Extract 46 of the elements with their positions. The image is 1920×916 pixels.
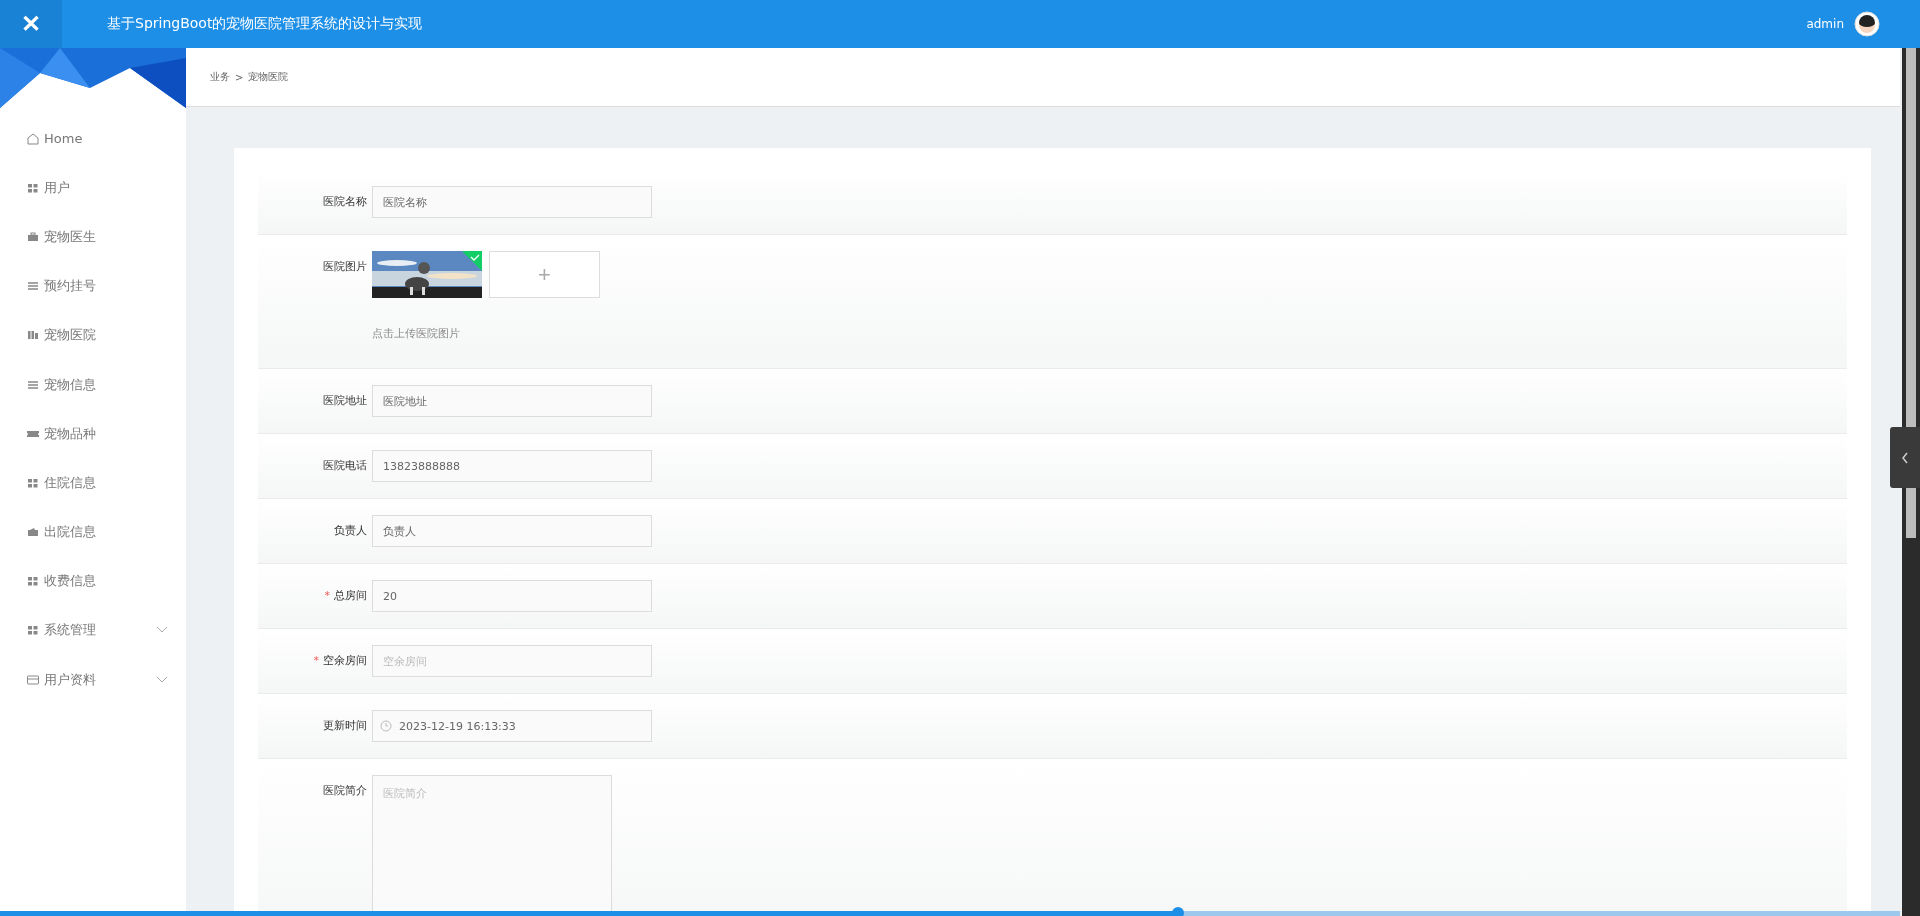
field-label: 医院地址: [322, 393, 368, 409]
text-field[interactable]: 医院名称: [372, 186, 652, 218]
chevron-down-icon: [156, 675, 168, 684]
field-label: 负责人: [333, 523, 368, 539]
field-label: 医院图片: [322, 259, 368, 275]
sidebar-item[interactable]: 预约挂号: [0, 261, 186, 311]
sidebar-item[interactable]: 宠物信息: [0, 359, 186, 410]
grid-icon: [26, 623, 40, 638]
text-field[interactable]: 13823888888: [372, 450, 652, 482]
chevron-down-icon: [156, 626, 168, 635]
field-label: 更新时间: [322, 718, 368, 734]
sidebar-item[interactable]: 用户资料: [0, 655, 186, 705]
text-field[interactable]: 医院地址: [372, 385, 652, 417]
success-check-icon: [462, 251, 482, 271]
field-label: 医院电话: [322, 458, 368, 474]
avatar-icon[interactable]: [1854, 11, 1880, 37]
sidebar-item[interactable]: 用户: [0, 163, 186, 213]
sidebar-item[interactable]: 收费信息: [0, 556, 186, 606]
close-button[interactable]: ✕: [0, 0, 62, 48]
home-icon: [26, 131, 40, 146]
field-label: * 空余房间: [312, 653, 368, 669]
sidebar-item[interactable]: 宠物医生: [0, 212, 186, 262]
text-field[interactable]: 20: [372, 580, 652, 612]
sidebar-item[interactable]: 住院信息: [0, 458, 186, 508]
upload-hint: 点击上传医院图片: [372, 326, 461, 342]
sidebar-item[interactable]: 系统管理: [0, 605, 186, 656]
sidebar-item[interactable]: Home: [0, 114, 186, 164]
grid-icon: [26, 574, 40, 589]
breadcrumb-item[interactable]: 业务: [210, 70, 230, 84]
sidebar-item[interactable]: 宠物医院: [0, 310, 186, 360]
breadcrumb-item[interactable]: 宠物医院: [248, 70, 289, 84]
chevron-left-icon: [1901, 451, 1909, 464]
field-label: 医院简介: [322, 783, 368, 799]
date-field[interactable]: 2023-12-19 16:13:33: [372, 710, 652, 742]
sidebar-item[interactable]: 宠物品种: [0, 409, 186, 459]
field-label: 医院名称: [322, 194, 368, 210]
user-name[interactable]: admin: [1806, 17, 1844, 31]
breadcrumb-item: >: [235, 71, 244, 83]
briefcase-icon: [26, 229, 40, 244]
sidebar-item[interactable]: 出院信息: [0, 507, 186, 557]
text-field[interactable]: 负责人: [372, 515, 652, 547]
card-icon: [26, 672, 40, 687]
field-label: * 总房间: [323, 588, 368, 604]
progress-handle[interactable]: [1172, 907, 1184, 916]
app-title: 基于SpringBoot的宠物医院管理系统的设计与实现: [107, 15, 424, 33]
clock-icon: [380, 720, 392, 732]
